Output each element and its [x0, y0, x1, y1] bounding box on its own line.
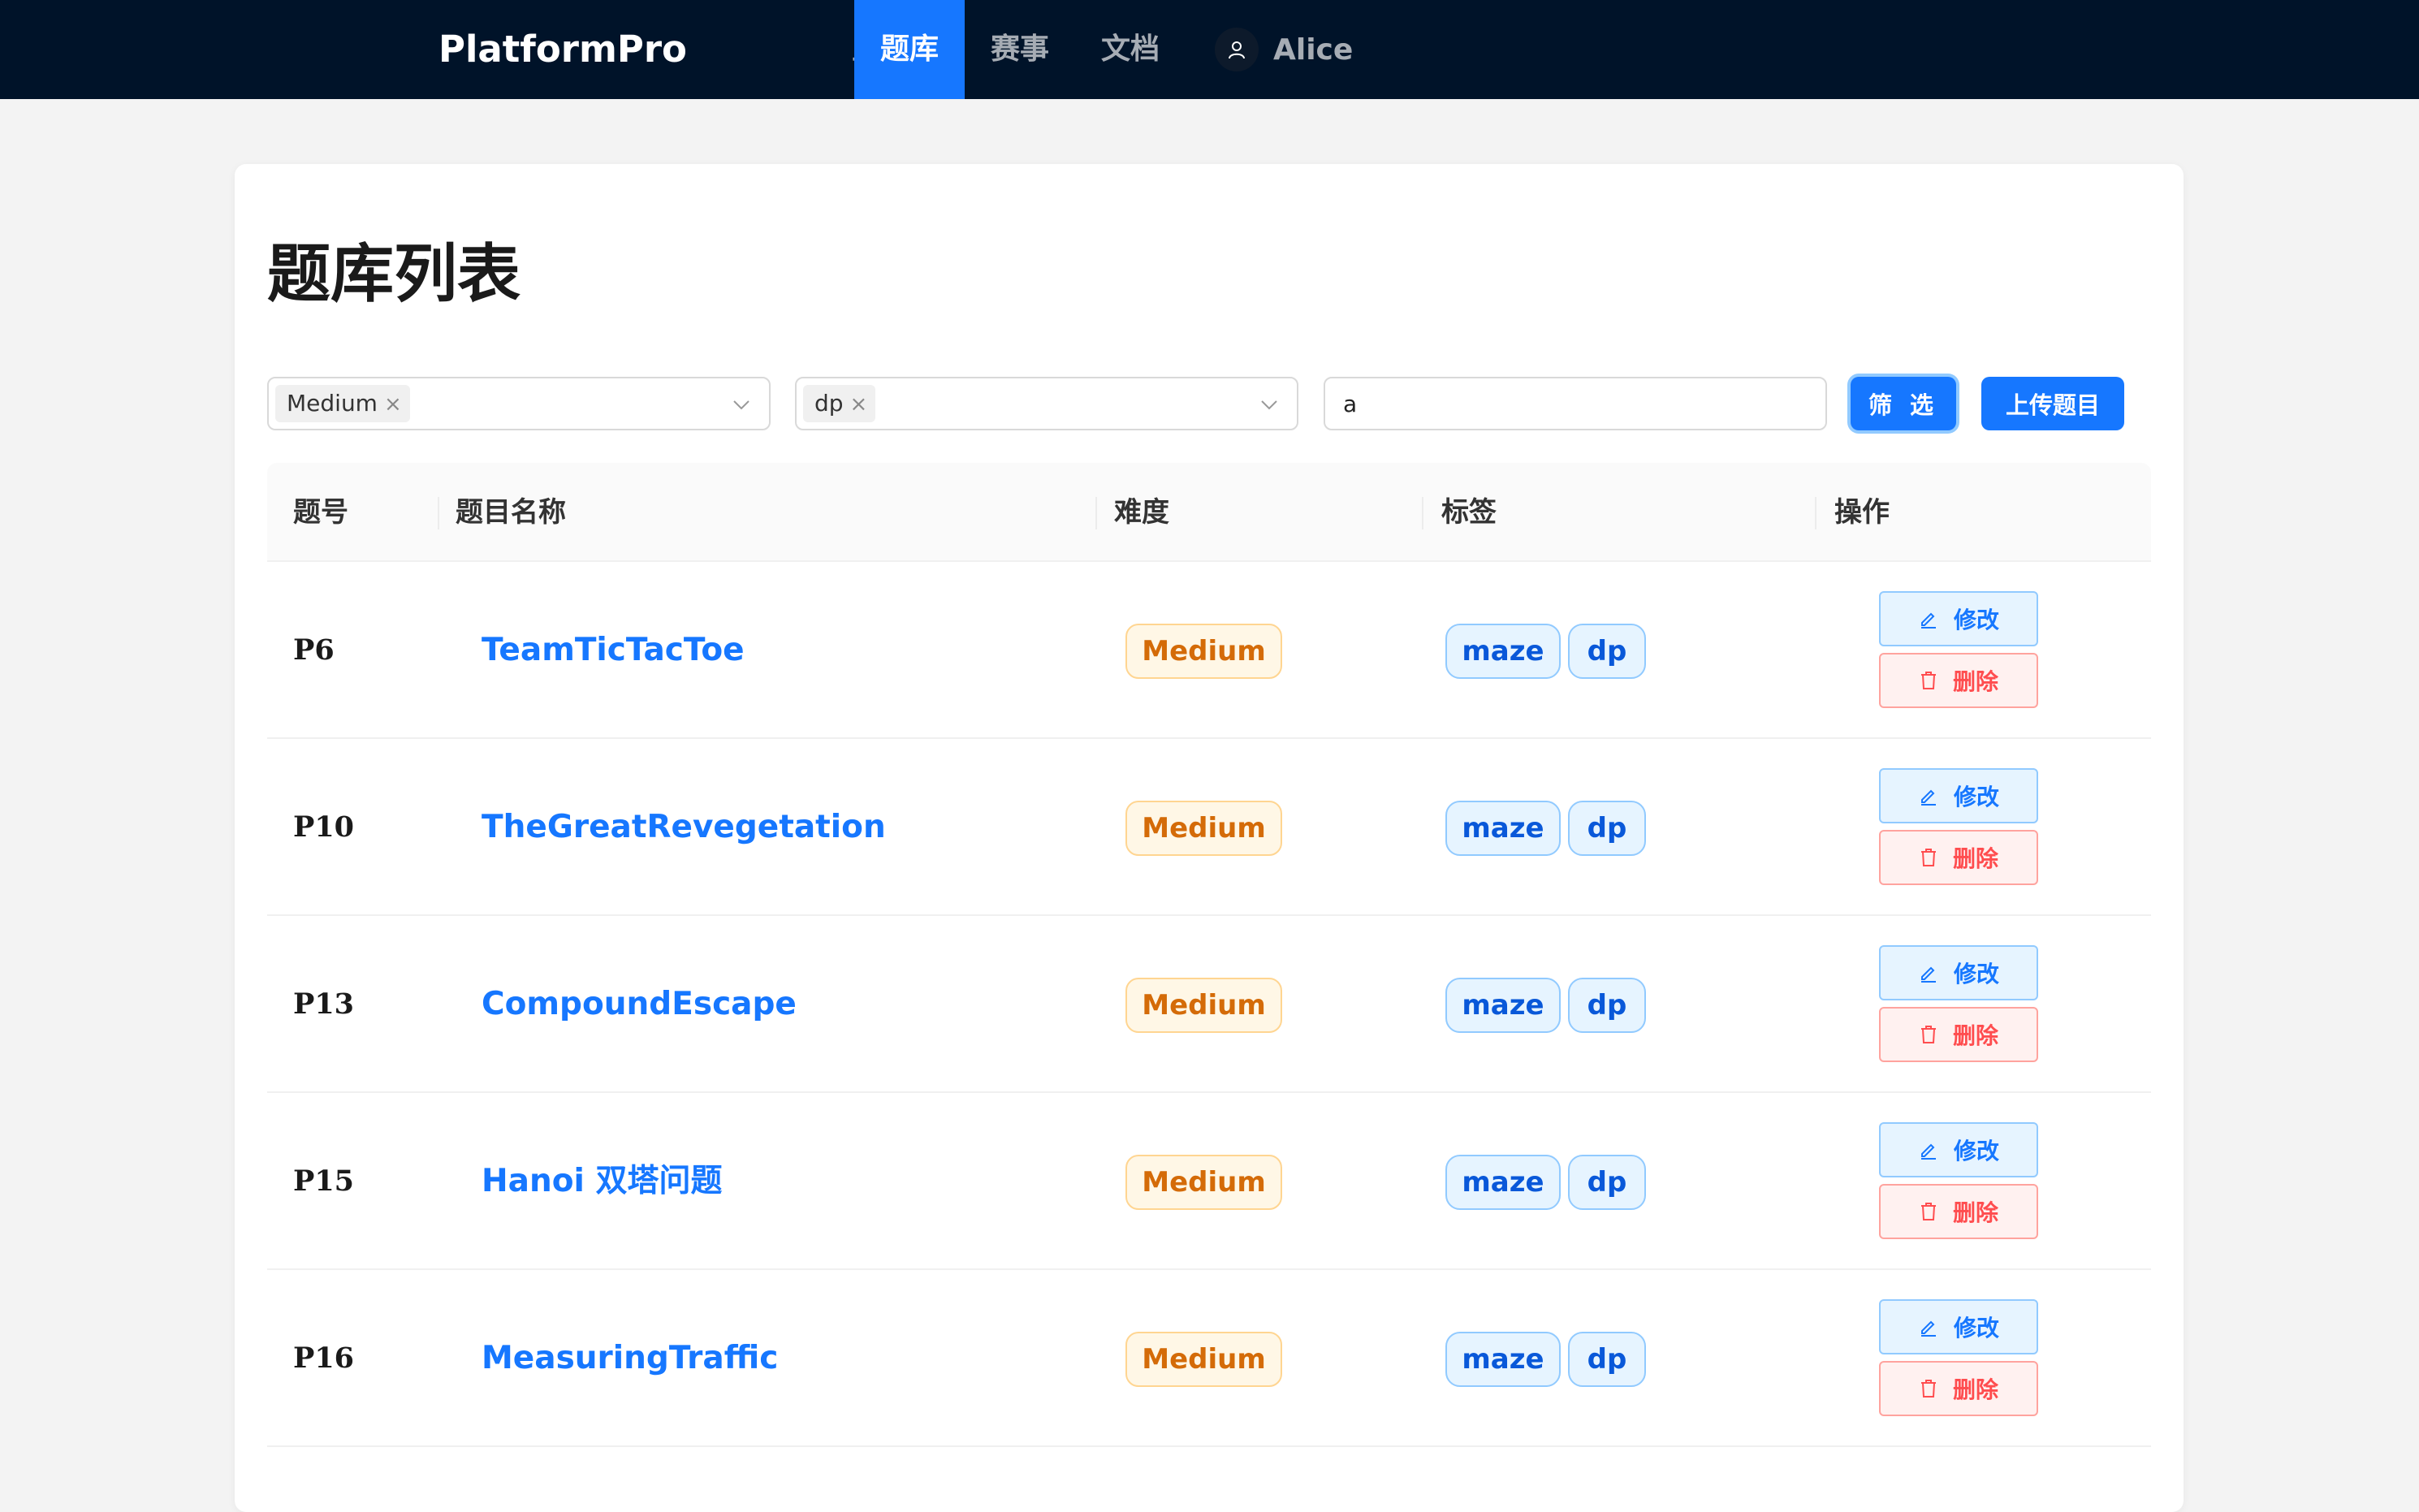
column-header-actions: 操作: [1834, 496, 1890, 529]
column-divider: [438, 497, 439, 529]
edit-label: 修改: [1953, 1315, 1999, 1341]
delete-button[interactable]: 删除: [1879, 830, 2038, 885]
problem-id: P10: [293, 810, 355, 844]
tag-badge: maze: [1445, 624, 1561, 679]
edit-label: 修改: [1953, 1138, 1999, 1164]
chevron-down-icon[interactable]: [730, 393, 753, 416]
delete-label: 删除: [1952, 845, 1998, 872]
edit-label: 修改: [1953, 784, 1999, 810]
column-divider: [1095, 497, 1097, 529]
table-row: P13 CompoundEscape Medium maze dp 修改 删除: [267, 916, 2151, 1093]
delete-label: 删除: [1952, 1022, 1998, 1049]
problem-list-card: 题库列表 Medium× dp× 筛 选 上传题目 题号 题目名称 难度 标签 …: [235, 164, 2184, 1512]
tag-badge: maze: [1445, 801, 1561, 856]
delete-button[interactable]: 删除: [1879, 653, 2038, 708]
tag-select[interactable]: dp ×: [795, 377, 1298, 430]
tag-badge: dp: [1568, 1155, 1646, 1210]
filter-button[interactable]: 筛 选: [1851, 377, 1956, 430]
user-name: Alice: [1273, 32, 1354, 67]
nav-item-problems[interactable]: 题库: [854, 0, 965, 99]
delete-button[interactable]: 删除: [1879, 1007, 2038, 1062]
table-row: P15 Hanoi 双塔问题 Medium maze dp 修改 删除: [267, 1093, 2151, 1270]
column-divider: [1815, 497, 1816, 529]
top-navbar: PlatformPro 主页 题库 赛事 文档 Alice: [0, 0, 2419, 99]
trash-icon: [1919, 1024, 1938, 1045]
difficulty-badge: Medium: [1125, 978, 1282, 1033]
tag-badge: dp: [1568, 978, 1646, 1033]
delete-button[interactable]: 删除: [1879, 1184, 2038, 1239]
trash-icon: [1919, 847, 1938, 868]
edit-icon: [1918, 608, 1939, 629]
difficulty-badge: Medium: [1125, 624, 1282, 679]
edit-icon: [1918, 1316, 1939, 1337]
column-header-id: 题号: [293, 496, 348, 529]
table-row: P10 TheGreatRevegetation Medium maze dp …: [267, 739, 2151, 916]
edit-button[interactable]: 修改: [1879, 1299, 2038, 1354]
edit-icon: [1918, 785, 1939, 806]
edit-icon: [1918, 1139, 1939, 1160]
edit-button[interactable]: 修改: [1879, 591, 2038, 646]
table-row: P16 MeasuringTraffic Medium maze dp 修改 删…: [267, 1270, 2151, 1447]
selected-tag-chip: dp ×: [803, 385, 876, 423]
brand-logo[interactable]: PlatformPro: [438, 0, 687, 99]
problem-name-link[interactable]: CompoundEscape: [482, 916, 797, 1093]
selected-tag-label: dp: [814, 390, 844, 417]
difficulty-badge: Medium: [1125, 1332, 1282, 1387]
delete-label: 删除: [1952, 1199, 1998, 1226]
problem-id: P6: [293, 633, 335, 667]
difficulty-badge: Medium: [1125, 801, 1282, 856]
problem-id: P16: [293, 1341, 355, 1375]
delete-button[interactable]: 删除: [1879, 1361, 2038, 1416]
tag-badge: dp: [1568, 624, 1646, 679]
delete-label: 删除: [1952, 668, 1998, 695]
chevron-down-icon[interactable]: [1258, 393, 1281, 416]
nav-item-contests[interactable]: 赛事: [965, 0, 1075, 99]
trash-icon: [1919, 1201, 1938, 1222]
tag-badge: dp: [1568, 801, 1646, 856]
delete-label: 删除: [1952, 1376, 1998, 1403]
close-icon[interactable]: ×: [384, 386, 402, 423]
problem-id: P13: [293, 987, 355, 1021]
problem-name-link[interactable]: TheGreatRevegetation: [482, 739, 886, 916]
edit-button[interactable]: 修改: [1879, 768, 2038, 823]
difficulty-select[interactable]: Medium ×: [267, 377, 771, 430]
column-header-name: 题目名称: [456, 496, 566, 529]
problem-name-link[interactable]: TeamTicTacToe: [482, 562, 745, 739]
selected-difficulty-chip: Medium ×: [275, 385, 410, 422]
problem-id: P15: [293, 1164, 355, 1198]
column-header-difficulty: 难度: [1114, 496, 1169, 529]
trash-icon: [1919, 1378, 1938, 1399]
edit-icon: [1918, 962, 1939, 983]
tag-badge: maze: [1445, 978, 1561, 1033]
column-header-tags: 标签: [1441, 496, 1497, 529]
table-header: 题号 题目名称 难度 标签 操作: [267, 463, 2151, 562]
tag-badge: maze: [1445, 1155, 1561, 1210]
difficulty-badge: Medium: [1125, 1155, 1282, 1210]
column-divider: [1422, 497, 1423, 529]
nav-item-docs[interactable]: 文档: [1075, 0, 1186, 99]
tag-badge: maze: [1445, 1332, 1561, 1387]
edit-button[interactable]: 修改: [1879, 945, 2038, 1000]
search-input[interactable]: [1324, 377, 1827, 430]
edit-label: 修改: [1953, 961, 1999, 987]
selected-difficulty-label: Medium: [287, 390, 378, 417]
problem-name-link[interactable]: Hanoi 双塔问题: [482, 1093, 722, 1270]
user-menu[interactable]: Alice: [1215, 0, 1353, 99]
table-row: P6 TeamTicTacToe Medium maze dp 修改 删除: [267, 562, 2151, 739]
edit-label: 修改: [1953, 607, 1999, 633]
problem-name-link[interactable]: MeasuringTraffic: [482, 1270, 778, 1447]
edit-button[interactable]: 修改: [1879, 1122, 2038, 1177]
close-icon[interactable]: ×: [850, 386, 868, 423]
trash-icon: [1919, 670, 1938, 691]
user-icon: [1215, 28, 1259, 71]
tag-badge: dp: [1568, 1332, 1646, 1387]
upload-problem-button[interactable]: 上传题目: [1981, 377, 2124, 430]
page-title: 题库列表: [267, 238, 521, 311]
